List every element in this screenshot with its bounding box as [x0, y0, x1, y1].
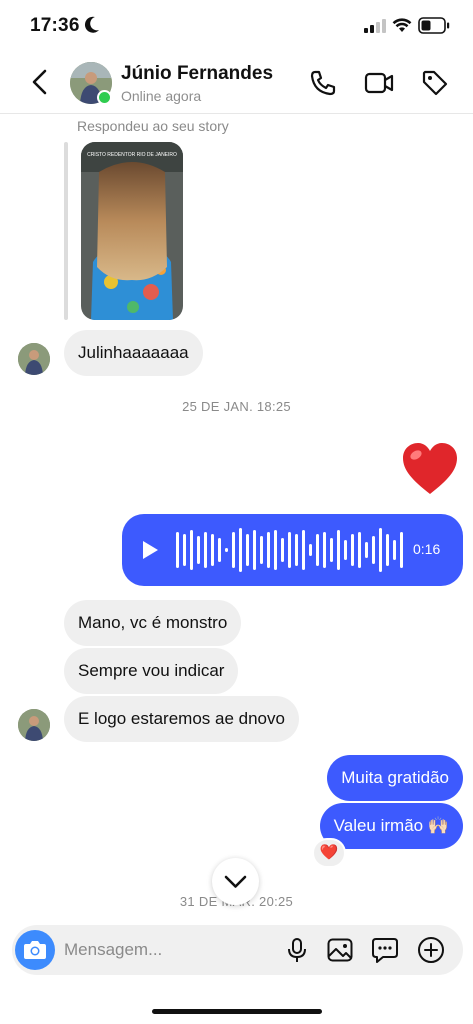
reaction-emoji: ❤️: [319, 844, 339, 861]
story-thumbnail[interactable]: CRISTO REDENTOR RIO DE JANEIRO: [81, 142, 183, 320]
contact-avatar-small[interactable]: [18, 343, 50, 375]
sticker-icon[interactable]: [371, 936, 399, 964]
wifi-icon: [392, 18, 412, 32]
status-time: 17:36: [30, 15, 80, 36]
play-icon[interactable]: [141, 540, 159, 560]
moon-icon: [84, 16, 99, 33]
video-icon[interactable]: [364, 68, 394, 98]
gallery-icon[interactable]: [326, 936, 354, 964]
date-separator: 25 DE JAN. 18:25: [182, 399, 291, 414]
contact-status: Online agora: [121, 88, 202, 104]
microphone-icon[interactable]: [283, 936, 311, 964]
audio-message[interactable]: 0:16: [122, 514, 463, 586]
chat-header: Júnio Fernandes Online agora: [0, 52, 473, 114]
message-incoming[interactable]: Mano, vc é monstro: [64, 600, 242, 646]
audio-duration: 0:16: [413, 541, 441, 557]
audio-waveform: [176, 528, 403, 572]
message-incoming[interactable]: E logo estaremos ae dnovo: [64, 696, 299, 742]
signal-icon: [364, 19, 386, 33]
camera-icon: [24, 941, 46, 959]
message-composer: Mensagem...: [12, 925, 463, 975]
heart-emoji-message[interactable]: [400, 440, 460, 498]
camera-button[interactable]: [15, 930, 55, 970]
story-reply-label: Respondeu ao seu story: [77, 118, 229, 134]
home-indicator[interactable]: [152, 1009, 322, 1014]
message-incoming[interactable]: Julinhaaaaaaa: [64, 330, 203, 376]
message-incoming[interactable]: Sempre vou indicar: [64, 648, 239, 694]
status-bar: 17:36: [0, 0, 473, 52]
reply-indicator-bar: [64, 142, 68, 320]
contact-name[interactable]: Júnio Fernandes: [121, 63, 273, 85]
battery-icon: [418, 17, 450, 34]
phone-icon[interactable]: [308, 68, 338, 98]
message-input[interactable]: Mensagem...: [64, 940, 162, 960]
back-icon[interactable]: [26, 68, 54, 96]
online-indicator: [97, 90, 112, 105]
scroll-to-bottom-button[interactable]: [212, 858, 259, 905]
story-overlay-text: CRISTO REDENTOR RIO DE JANEIRO: [87, 152, 177, 158]
message-outgoing[interactable]: Muita gratidão: [327, 755, 463, 801]
plus-icon[interactable]: [417, 936, 445, 964]
tag-icon[interactable]: [420, 68, 450, 98]
contact-avatar-small[interactable]: [18, 709, 50, 741]
chevron-down-icon: [224, 875, 247, 888]
message-reaction[interactable]: ❤️: [312, 838, 346, 868]
